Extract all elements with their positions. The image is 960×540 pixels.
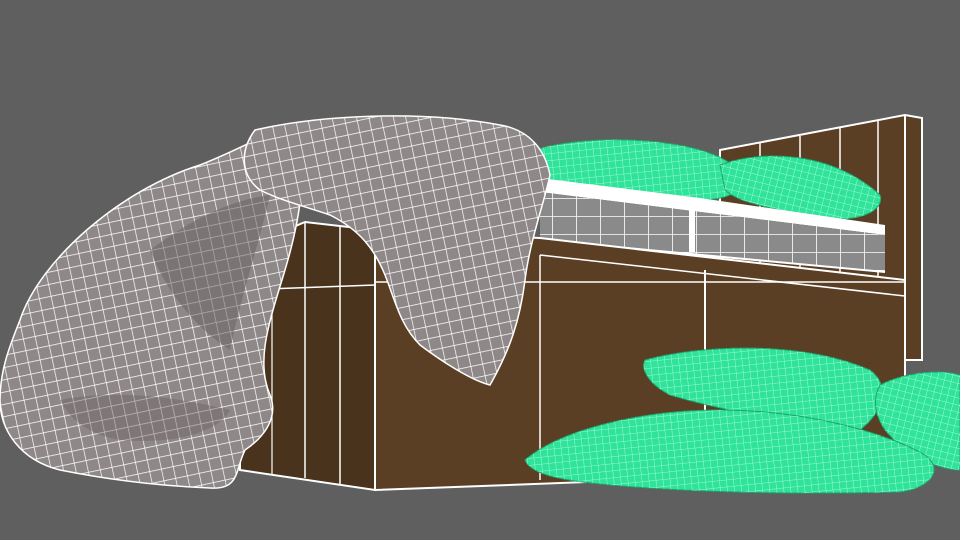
scene-render[interactable] (0, 0, 960, 540)
3d-viewport[interactable] (0, 0, 960, 540)
